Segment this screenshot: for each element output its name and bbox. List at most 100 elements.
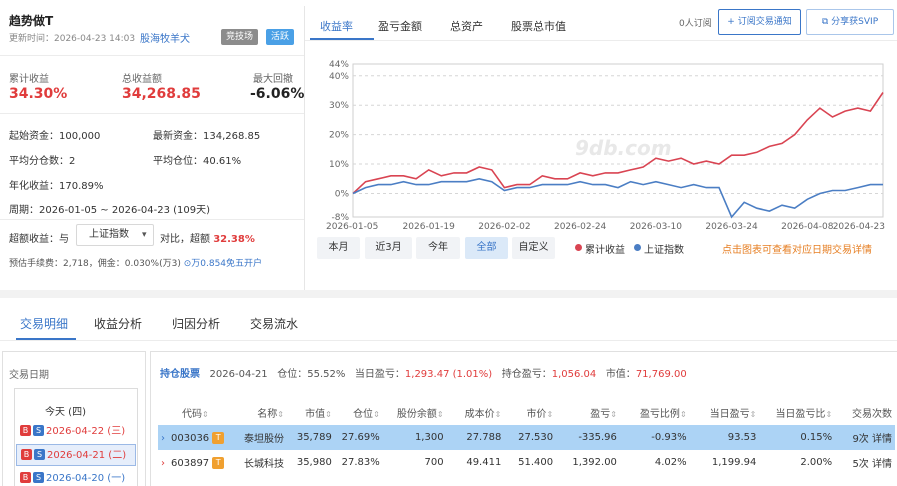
y-tick-label: 44% [329, 60, 349, 70]
divider [0, 113, 304, 114]
divider [305, 40, 897, 41]
tab-stock-value[interactable]: 股票总市值 [511, 18, 566, 34]
excess-compare: 对比，超额 32.38% [160, 230, 255, 245]
period-month[interactable]: 本月 [317, 237, 360, 259]
date-item[interactable]: B S 2026-04-20 (一) [16, 468, 136, 486]
mkt-value: 71,769.00 [635, 369, 687, 380]
col-price[interactable]: 市价⇕ [504, 400, 556, 425]
period-all[interactable]: 全部 [465, 237, 508, 259]
avg-shares: 平均分仓数：2 [9, 156, 76, 167]
stock-name[interactable]: 泰坦股份 [227, 425, 287, 450]
max-drawdown-label: 最大回撤 [253, 74, 293, 85]
legend-return[interactable]: 累计收益 [585, 241, 625, 256]
detail-link[interactable]: 详情 [872, 459, 892, 470]
date-item-selected[interactable]: B S 2026-04-21 (二) [16, 444, 136, 466]
author-link[interactable]: 股海牧羊犬 [140, 30, 190, 45]
fee-link[interactable]: 万0.854免五开户 [191, 259, 262, 269]
tag-arena[interactable]: 竞技场 [221, 29, 259, 45]
period-ytd[interactable]: 今年 [416, 237, 460, 259]
stock-code[interactable]: › 603897 T [158, 450, 227, 475]
market-value: 35,789 [286, 425, 335, 450]
legend-index[interactable]: 上证指数 [644, 241, 684, 256]
t-badge: T [212, 456, 225, 469]
sort-icon: ⇕ [749, 410, 757, 419]
sort-icon: ⇕ [610, 410, 617, 419]
sort-icon: ⇕ [546, 410, 554, 419]
expand-icon[interactable]: › [161, 433, 165, 444]
day-pl-label: 当日盈亏： [354, 369, 405, 380]
x-tick-label: 2026-01-05 [326, 222, 378, 232]
x-tick-label: 2026-04-23 [833, 222, 885, 232]
tab-trade-details[interactable]: 交易明细 [20, 315, 68, 332]
fee-info: 预估手续费：2,718，佣金：0.030%(万3) ⊙万0.854免五开户 [9, 256, 262, 269]
col-day-pl-ratio[interactable]: 当日盈亏比⇕ [759, 400, 835, 425]
sell-badge: S [33, 425, 44, 436]
return-chart[interactable]: 9db.com 44%40%30%20%10%0%-8% 2026-01-05 2… [305, 52, 897, 232]
t-badge: T [212, 431, 225, 444]
legend-dot-index [634, 244, 641, 251]
expand-icon[interactable]: › [161, 458, 165, 469]
tab-return-analysis[interactable]: 收益分析 [94, 315, 142, 332]
cost-price: 49.411 [466, 457, 502, 468]
total-profit-value: 34,268.85 [122, 86, 201, 102]
excess-label: 超额收益：与 [9, 234, 69, 245]
col-pl-ratio[interactable]: 盈亏比例⇕ [620, 400, 690, 425]
x-tick-label: 2026-03-24 [705, 222, 758, 232]
tab-profit-amount[interactable]: 盈亏金额 [378, 18, 422, 34]
tag-active[interactable]: 活跃 [266, 29, 295, 45]
y-tick-label: 30% [329, 101, 349, 111]
table-header: 代码⇕ 名称⇕ 市值⇕ 仓位⇕ 股份余额⇕ 成本价⇕ 市价⇕ 盈亏⇕ 盈亏比例⇕… [158, 400, 895, 425]
watermark: 9db.com [575, 136, 672, 160]
tab-trade-flow[interactable]: 交易流水 [250, 315, 298, 332]
table-row[interactable]: › 003036 T 泰坦股份 35,789 27.69% 1,300 27.788… [158, 425, 895, 450]
tab-attribution[interactable]: 归因分析 [172, 315, 220, 332]
col-cost[interactable]: 成本价⇕ [447, 400, 505, 425]
x-tick-label: 2026-03-10 [630, 222, 683, 232]
date-text: 2026-04-21 (二) [47, 450, 127, 461]
hold-pl-label: 持仓盈亏： [501, 369, 552, 380]
share-button[interactable]: ⧉ 分享获SVIP [806, 9, 894, 35]
tab-return-rate[interactable]: 收益率 [320, 18, 353, 34]
series-line-index[interactable] [352, 177, 883, 219]
day-pl-value: 1,293.47 (1.01%) [404, 369, 493, 380]
chevron-down-icon[interactable]: ▾ [142, 230, 147, 240]
buy-badge: B [20, 425, 31, 436]
cum-return-value: 34.30% [9, 86, 68, 102]
sort-icon: ⇕ [325, 410, 332, 419]
sort-icon: ⇕ [277, 410, 284, 419]
col-market-value[interactable]: 市值⇕ [287, 400, 335, 425]
date-item[interactable]: B S 2026-04-22 (三) [16, 421, 136, 443]
sell-badge: S [33, 472, 44, 483]
section-separator [0, 290, 897, 298]
chart-hint: 点击图表可查看对应日期交易详情 [722, 245, 872, 256]
period-custom[interactable]: 自定义 [512, 237, 555, 259]
avg-position: 平均仓位：40.61% [153, 156, 242, 167]
table-row[interactable]: › 603897 T 长城科技 35,980 27.83% 700 49.411 5… [158, 450, 895, 475]
stock-code[interactable]: › 003036 T [158, 425, 228, 450]
col-shares[interactable]: 股份余额⇕ [383, 400, 447, 425]
col-code[interactable]: 代码⇕ [158, 400, 227, 425]
hold-pl-value: 1,056.04 [551, 369, 597, 380]
annual-return: 年化收益：170.89% [9, 181, 104, 192]
col-pl[interactable]: 盈亏⇕ [556, 400, 620, 425]
day-profit-loss: 93.53 [689, 425, 760, 450]
position: 27.83% [341, 457, 380, 468]
period-3months[interactable]: 近3月 [365, 237, 412, 259]
subscriber-count: 0人订阅 [679, 19, 712, 29]
col-name[interactable]: 名称⇕ [227, 400, 287, 425]
subscribe-button[interactable]: + 订阅交易通知 [718, 9, 801, 35]
detail-link[interactable]: 详情 [872, 434, 892, 445]
period: 周期：2026-01-05 ~ 2026-04-23 (109天) [9, 205, 211, 216]
market-value: 35,980 [296, 457, 332, 468]
market-price: 51.400 [518, 457, 554, 468]
start-capital: 起始资金：100,000 [9, 131, 101, 142]
col-day-pl[interactable]: 当日盈亏⇕ [690, 400, 760, 425]
fee-text: 预估手续费：2,718，佣金：0.030%(万3) [9, 259, 181, 269]
col-position[interactable]: 仓位⇕ [335, 400, 383, 425]
update-time: 更新时间：2026-04-23 14:03 [9, 34, 136, 44]
stock-name[interactable]: 长城科技 [227, 450, 287, 475]
portfolio-title: 趋势做T [9, 14, 54, 28]
tab-total-assets[interactable]: 总资产 [450, 18, 483, 34]
date-today[interactable]: 今天 (四) [45, 403, 86, 418]
shares: 1,300 [382, 425, 447, 450]
